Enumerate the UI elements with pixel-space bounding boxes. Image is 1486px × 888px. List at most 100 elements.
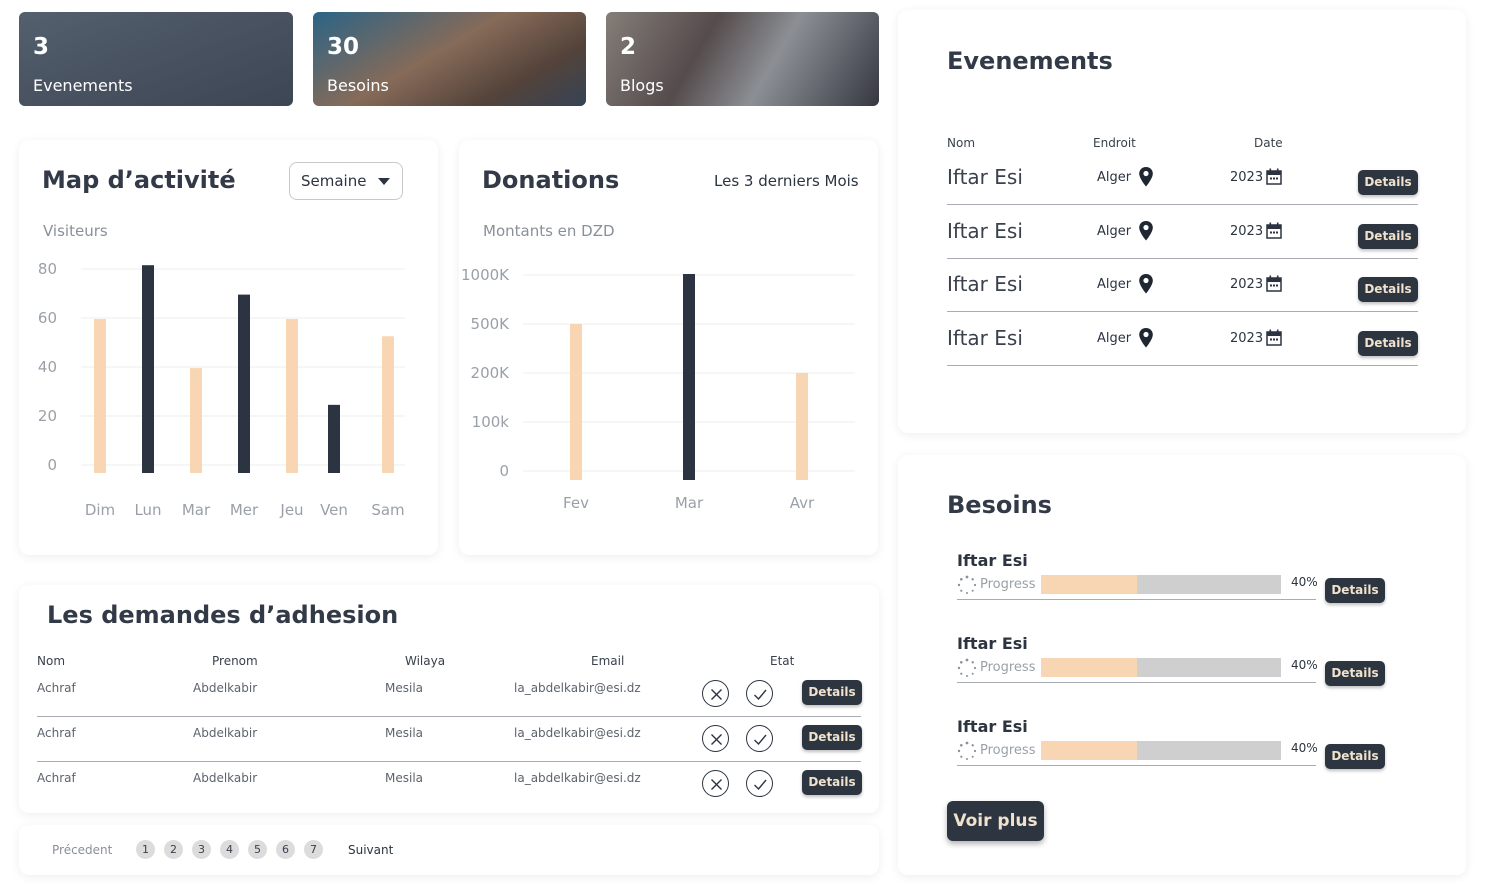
pagination-prev[interactable]: Précedent [52,843,112,857]
progress-fill [1041,741,1137,760]
y-tick-label: 60 [38,309,57,327]
col-header-endroit: Endroit [1093,136,1136,150]
y-tick-label: 40 [38,358,57,376]
progress-fill [1041,575,1137,594]
accept-button[interactable] [746,680,773,707]
stat-count: 2 [620,34,637,60]
stat-card-evenements[interactable]: 3 Evenements [19,12,293,106]
check-icon [754,779,767,791]
location-pin-icon [1139,167,1153,187]
bar [94,319,106,473]
page-number[interactable]: 3 [192,840,211,859]
page-number[interactable]: 6 [276,840,295,859]
x-tick-label: Ven [320,501,348,519]
bar [683,274,695,480]
x-tick-label: Mar [675,494,704,512]
panel-title: Besoins [947,491,1052,519]
cell-nom: Achraf [37,726,76,740]
table-row: Achraf Abdelkabir Mesila la_abdelkabir@e… [37,672,862,717]
x-tick-label: Mer [230,501,259,519]
calendar-icon [1266,329,1282,346]
event-name: Iftar Esi [947,326,1023,350]
event-date: 2023 [1230,277,1264,292]
spinner-icon [957,658,977,677]
cell-nom: Achraf [37,681,76,695]
close-icon [711,734,722,745]
stat-card-besoins[interactable]: 30 Besoins [313,12,586,106]
check-icon [754,689,767,701]
donations-panel: Donations Les 3 derniers Mois Montants e… [459,140,878,555]
cell-email: la_abdelkabir@esi.dz [514,681,641,695]
event-date: 2023 [1230,224,1264,239]
panel-title: Les demandes d’adhesion [47,601,399,629]
stat-count: 3 [33,34,50,60]
calendar-icon [1266,275,1282,292]
details-button[interactable]: Details [1325,744,1385,769]
y-tick-label: 200K [471,364,511,382]
divider [957,765,1316,766]
col-header-etat: Etat [770,654,795,668]
donations-bar-chart: 1000K 500K 200K 100k 0 Fev Mar Avr [461,266,855,512]
reject-button[interactable] [702,725,729,752]
details-button[interactable]: Details [1358,331,1418,356]
details-button[interactable]: Details [802,725,862,750]
pagination: Précedent 1 2 3 4 5 6 7 Suivant [19,825,879,875]
event-date: 2023 [1230,170,1264,185]
page-number[interactable]: 5 [248,840,267,859]
cell-nom: Achraf [37,771,76,785]
event-name: Iftar Esi [947,219,1023,243]
table-row: Achraf Abdelkabir Mesila la_abdelkabir@e… [37,762,862,807]
event-row: Iftar Esi Alger 2023 Details [947,316,1418,366]
details-button[interactable]: Details [802,770,862,795]
bar [570,324,582,480]
event-place: Alger [1097,224,1132,239]
y-tick-label: 0 [47,456,57,474]
details-button[interactable]: Details [1358,170,1418,195]
details-button[interactable]: Details [1358,224,1418,249]
table-row: Achraf Abdelkabir Mesila la_abdelkabir@e… [37,717,862,762]
need-name: Iftar Esi [957,551,1028,570]
details-button[interactable]: Details [1325,661,1385,686]
event-place: Alger [1097,277,1132,292]
y-tick-label: 20 [38,407,57,425]
cell-prenom: Abdelkabir [193,681,258,695]
page-number[interactable]: 1 [136,840,155,859]
check-icon [754,734,767,746]
stat-label: Besoins [327,76,389,95]
see-more-button[interactable]: Voir plus [947,801,1044,841]
reject-button[interactable] [702,770,729,797]
event-date: 2023 [1230,331,1264,346]
cell-email: la_abdelkabir@esi.dz [514,726,641,740]
x-tick-label: Lun [134,501,161,519]
cell-email: la_abdelkabir@esi.dz [514,771,641,785]
location-pin-icon [1139,221,1153,241]
cell-prenom: Abdelkabir [193,726,258,740]
cell-wilaya: Mesila [385,771,424,785]
page-number[interactable]: 4 [220,840,239,859]
progress-label: Progress [980,660,1036,675]
cell-prenom: Abdelkabir [193,771,258,785]
progress-label: Progress [980,743,1036,758]
location-pin-icon [1139,274,1153,294]
details-button[interactable]: Details [802,680,862,705]
page-number[interactable]: 7 [304,840,323,859]
progress-label: Progress [980,577,1036,592]
divider [957,682,1316,683]
col-header-wilaya: Wilaya [405,654,446,668]
event-name: Iftar Esi [947,272,1023,296]
accept-button[interactable] [746,725,773,752]
page-number[interactable]: 2 [164,840,183,859]
pagination-next[interactable]: Suivant [348,843,393,857]
accept-button[interactable] [746,770,773,797]
col-header-prenom: Prenom [212,654,258,668]
details-button[interactable]: Details [1358,277,1418,302]
details-button[interactable]: Details [1325,578,1385,603]
close-icon [711,689,722,700]
calendar-icon [1266,222,1282,239]
y-tick-label: 80 [38,260,57,278]
reject-button[interactable] [702,680,729,707]
x-tick-label: Sam [371,501,404,519]
x-tick-label: Mar [182,501,211,519]
stat-card-blogs[interactable]: 2 Blogs [606,12,879,106]
col-header-date: Date [1254,136,1283,150]
